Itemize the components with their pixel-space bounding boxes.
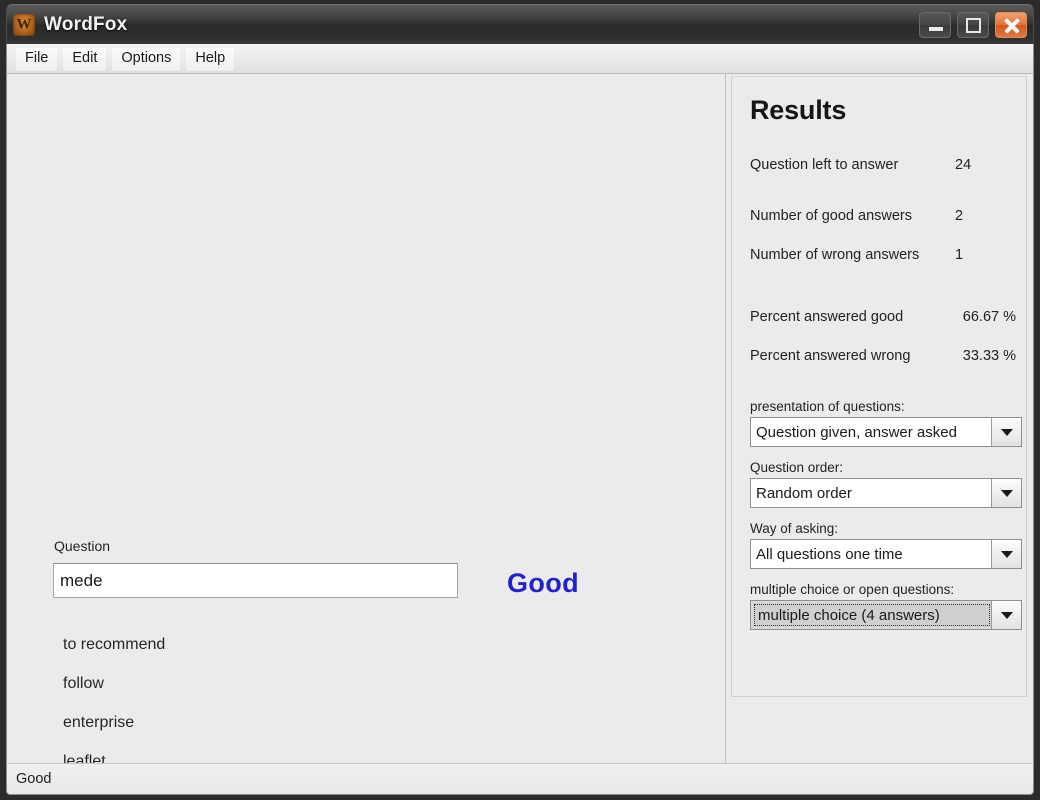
stat-value: 24 (955, 157, 972, 173)
stat-label: Percent answered good (750, 309, 904, 325)
wordfox-logo-icon (13, 13, 35, 36)
minimize-button[interactable] (919, 11, 951, 38)
stat-percent-good: Percent answered good 66.67 % (750, 309, 1018, 325)
stat-percent-wrong: Percent answered wrong 33.33 % (750, 348, 1018, 364)
stat-value: 66.67 % (962, 309, 1016, 325)
results-box: Results Question left to answer 24 Numbe… (731, 76, 1027, 697)
menu-item-edit[interactable]: Edit (63, 46, 107, 71)
stat-wrong-answers: Number of wrong answers 1 (750, 247, 1018, 263)
setting-label: Way of asking: (750, 521, 839, 536)
chevron-down-icon[interactable] (991, 601, 1021, 629)
answer-options-list: to recommend follow enterprise leaflet (63, 625, 493, 764)
setting-presentation-of-questions: presentation of questions: Question give… (750, 399, 1022, 447)
results-pane: Results Question left to answer 24 Numbe… (726, 74, 1033, 763)
setting-way-of-asking: Way of asking: All questions one time (750, 521, 1022, 569)
select-value: Question given, answer asked (751, 418, 991, 446)
menu-item-options[interactable]: Options (112, 46, 181, 71)
quiz-pane: Question Good to recommend follow enterp… (7, 74, 726, 763)
question-label: Question (54, 538, 111, 554)
question-order-select[interactable]: Random order (750, 478, 1022, 508)
stat-label: Number of wrong answers (750, 247, 920, 263)
answer-option[interactable]: leaflet (63, 742, 493, 764)
title-bar: WordFox (6, 4, 1034, 44)
menu-item-file[interactable]: File (16, 46, 58, 71)
stat-good-answers: Number of good answers 2 (750, 208, 1018, 224)
status-text: Good (16, 771, 52, 787)
answer-option[interactable]: to recommend (63, 625, 493, 664)
menu-item-help[interactable]: Help (186, 46, 235, 71)
way-of-asking-select[interactable]: All questions one time (750, 539, 1022, 569)
question-input[interactable] (53, 563, 458, 598)
select-value: Random order (751, 479, 991, 507)
verdict-label: Good (507, 568, 580, 598)
content-area: Question Good to recommend follow enterp… (6, 74, 1034, 763)
stat-value: 1 (955, 247, 964, 263)
stat-questions-left: Question left to answer 24 (750, 157, 1018, 173)
maximize-icon (966, 17, 981, 33)
menu-bar: File Edit Options Help (6, 44, 1034, 74)
presentation-of-questions-select[interactable]: Question given, answer asked (750, 417, 1022, 447)
results-title: Results (750, 95, 847, 125)
application-window: WordFox File Edit Options Help Question … (0, 0, 1040, 800)
stat-value: 2 (955, 208, 964, 224)
chevron-down-icon[interactable] (991, 418, 1021, 446)
question-type-select[interactable]: multiple choice (4 answers) (750, 600, 1022, 630)
status-bar: Good (6, 763, 1034, 795)
select-value: All questions one time (751, 540, 991, 568)
setting-label: presentation of questions: (750, 399, 905, 414)
answer-option[interactable]: follow (63, 664, 493, 703)
stat-value: 33.33 % (962, 348, 1016, 364)
maximize-button[interactable] (957, 11, 989, 38)
setting-label: Question order: (750, 460, 844, 475)
stat-label: Number of good answers (750, 208, 912, 224)
setting-question-type: multiple choice or open questions: multi… (750, 582, 1022, 630)
setting-question-order: Question order: Random order (750, 460, 1022, 508)
window-controls (919, 11, 1027, 38)
stat-label: Percent answered wrong (750, 348, 911, 364)
chevron-down-icon[interactable] (991, 479, 1021, 507)
setting-label: multiple choice or open questions: (750, 582, 955, 597)
chevron-down-icon[interactable] (991, 540, 1021, 568)
window-title: WordFox (44, 13, 128, 35)
stat-label: Question left to answer (750, 157, 899, 173)
close-button[interactable] (995, 11, 1027, 38)
select-value: multiple choice (4 answers) (753, 603, 991, 627)
minimize-icon (929, 26, 943, 31)
answer-option[interactable]: enterprise (63, 703, 493, 742)
